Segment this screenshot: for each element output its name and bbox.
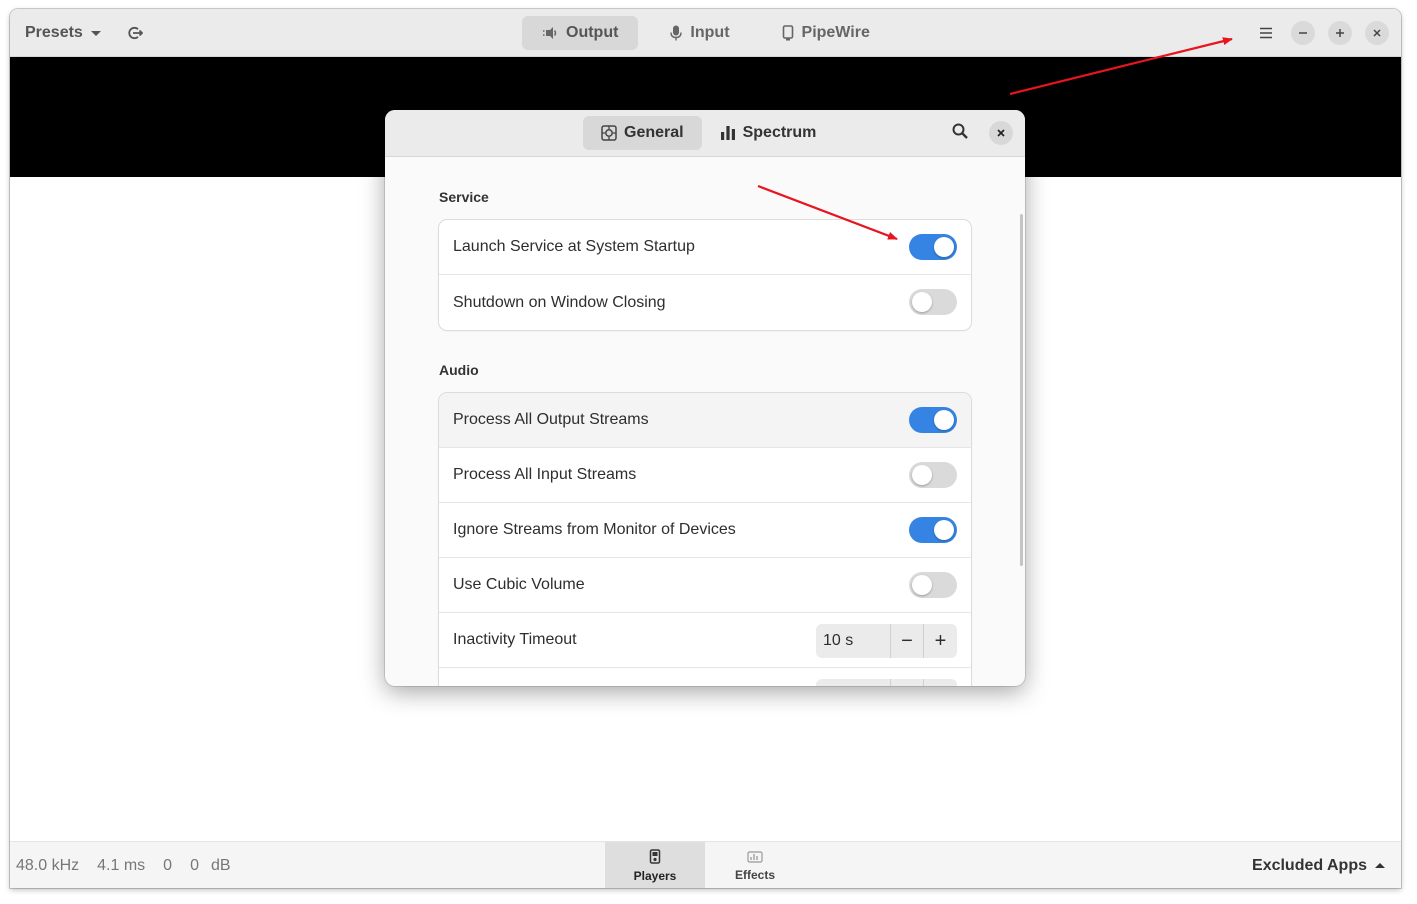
chevron-up-icon — [1375, 863, 1385, 868]
row-process-input[interactable]: Process All Input Streams — [439, 448, 971, 503]
plus-icon — [1336, 29, 1344, 37]
settings-icon — [601, 125, 617, 141]
cubic-volume-toggle[interactable] — [909, 572, 957, 598]
tab-input[interactable]: Input — [650, 16, 749, 50]
microphone-icon — [670, 25, 683, 41]
row-label: Process All Input Streams — [453, 466, 637, 483]
close-window-button[interactable] — [1365, 21, 1389, 45]
level-left-text: 0 — [163, 856, 173, 874]
stack-tab-players-label: Players — [633, 868, 677, 883]
search-button[interactable] — [951, 122, 971, 147]
tab-pipewire-label: PipeWire — [801, 24, 870, 41]
decrement-button — [891, 679, 924, 686]
minimize-icon — [1299, 32, 1307, 34]
player-icon — [649, 848, 661, 864]
row-process-output[interactable]: Process All Output Streams — [439, 393, 971, 448]
row-shutdown-on-close[interactable]: Shutdown on Window Closing — [439, 275, 971, 330]
scrollbar[interactable] — [1020, 214, 1023, 566]
search-icon — [952, 123, 968, 139]
increment-button[interactable]: + — [924, 624, 957, 658]
spin-value — [816, 679, 891, 686]
minimize-button[interactable] — [1291, 21, 1315, 45]
tab-general-label: General — [624, 124, 684, 141]
headerbar: Presets Output Input PipeWire — [10, 9, 1401, 57]
row-ignore-monitor[interactable]: Ignore Streams from Monitor of Devices — [439, 503, 971, 558]
stack-tab-effects[interactable]: Effects — [705, 842, 805, 888]
section-title-audio: Audio — [439, 362, 479, 378]
level-unit-text: dB — [210, 856, 231, 874]
bypass-button[interactable] — [127, 25, 143, 41]
maximize-button[interactable] — [1328, 21, 1352, 45]
effects-icon — [747, 850, 763, 863]
row-launch-service[interactable]: Launch Service at System Startup — [439, 220, 971, 275]
inactivity-timeout-spinbutton[interactable]: 10 s − + — [816, 624, 957, 658]
level-right-text: 0 — [190, 856, 199, 874]
launch-service-toggle[interactable] — [909, 234, 957, 260]
dialog-header: General Spectrum — [385, 110, 1025, 157]
stack-tab-effects-label: Effects — [734, 867, 775, 882]
partial-spinbutton[interactable] — [816, 679, 957, 686]
presets-label: Presets — [25, 24, 83, 41]
tab-output-label: Output — [566, 24, 619, 41]
ignore-monitor-toggle[interactable] — [909, 517, 957, 543]
preferences-dialog: General Spectrum Service Launch Service … — [385, 110, 1025, 686]
row-label: Ignore Streams from Monitor of Devices — [453, 521, 736, 538]
footer-bar: 48.0 kHz 4.1 ms 0 0 dB Players Effects E… — [10, 841, 1401, 888]
device-icon — [782, 25, 793, 41]
row-label: Use Cubic Volume — [453, 576, 585, 593]
dialog-body: Service Launch Service at System Startup… — [385, 157, 1025, 686]
bypass-icon — [128, 26, 143, 40]
row-inactivity-timeout: Inactivity Timeout 10 s − + — [439, 613, 971, 668]
tab-pipewire[interactable]: PipeWire — [762, 16, 890, 50]
excluded-apps-label: Excluded Apps — [1252, 856, 1367, 874]
row-label: Shutdown on Window Closing — [453, 293, 666, 311]
close-icon — [1373, 29, 1381, 37]
section-title-service: Service — [439, 189, 489, 205]
presets-menu-button[interactable]: Presets — [25, 24, 101, 42]
excluded-apps-button[interactable]: Excluded Apps — [1252, 842, 1385, 888]
row-partial — [439, 668, 971, 686]
spectrum-icon — [720, 126, 735, 140]
process-output-toggle[interactable] — [909, 407, 957, 433]
shutdown-on-close-toggle[interactable] — [909, 289, 957, 315]
spin-value[interactable]: 10 s — [816, 624, 891, 658]
chevron-down-icon — [90, 30, 101, 36]
decrement-button[interactable]: − — [891, 624, 924, 658]
process-input-toggle[interactable] — [909, 462, 957, 488]
close-icon — [997, 129, 1005, 137]
speaker-icon — [543, 27, 557, 39]
tab-output[interactable]: Output — [522, 16, 639, 50]
close-dialog-button[interactable] — [989, 121, 1013, 145]
hamburger-icon — [1260, 27, 1272, 39]
row-cubic-volume[interactable]: Use Cubic Volume — [439, 558, 971, 613]
stack-tab-players[interactable]: Players — [605, 842, 705, 888]
audio-list: Process All Output Streams Process All I… — [439, 393, 971, 686]
row-label: Inactivity Timeout — [453, 631, 577, 648]
tab-spectrum[interactable]: Spectrum — [702, 116, 835, 150]
tab-input-label: Input — [690, 24, 730, 41]
increment-button — [924, 679, 957, 686]
tab-spectrum-label: Spectrum — [742, 124, 817, 141]
tab-general[interactable]: General — [583, 116, 702, 150]
sample-rate-text: 48.0 kHz — [16, 856, 80, 874]
row-label: Process All Output Streams — [453, 411, 649, 428]
latency-text: 4.1 ms — [97, 856, 146, 874]
row-label: Launch Service at System Startup — [453, 238, 695, 255]
main-menu-button[interactable] — [1254, 21, 1278, 45]
service-list: Launch Service at System Startup Shutdow… — [439, 220, 971, 330]
